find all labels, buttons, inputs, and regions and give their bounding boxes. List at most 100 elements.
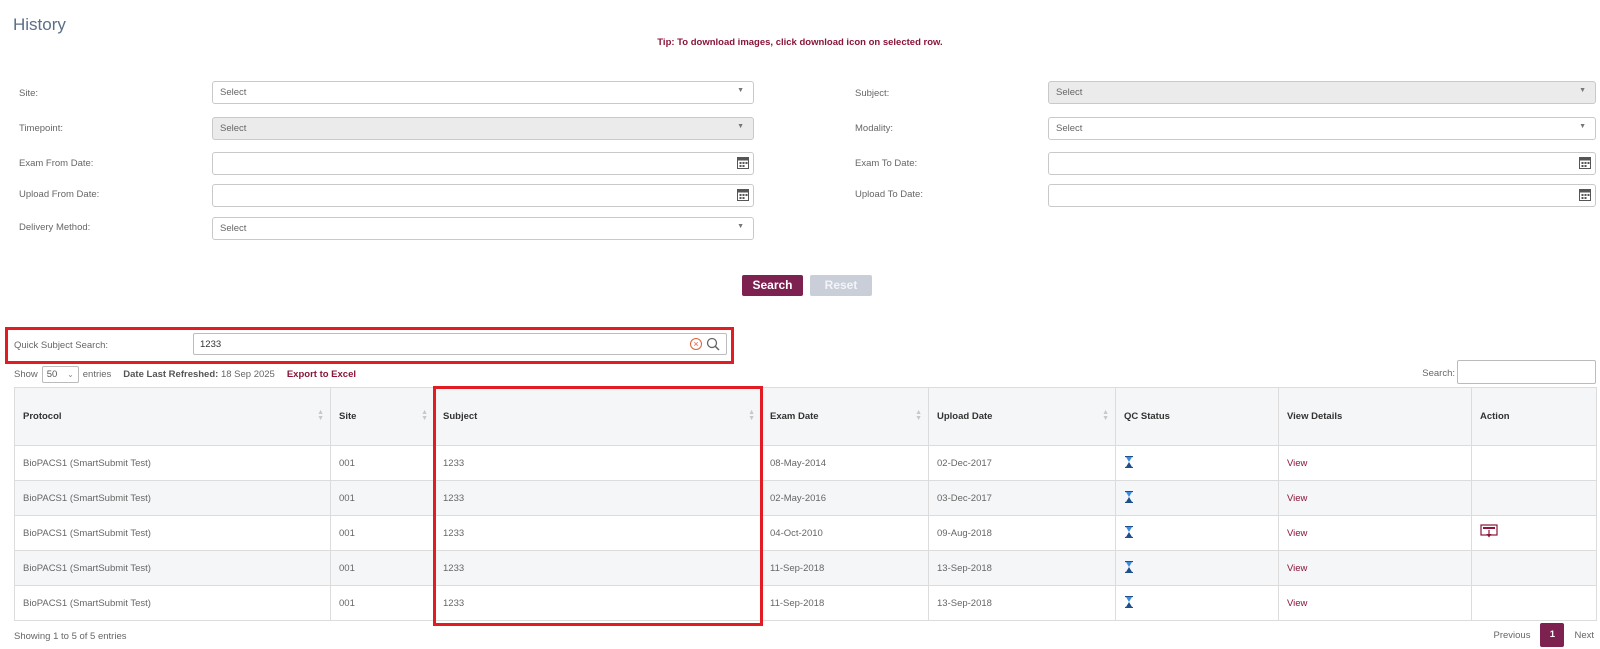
column-header-site[interactable]: Site ▲ ▼: [330, 387, 435, 446]
column-header-protocol[interactable]: Protocol ▲ ▼: [14, 387, 331, 446]
timepoint-label: Timepoint:: [19, 123, 63, 134]
modality-value: Select: [1056, 123, 1083, 134]
cell-qc-status: [1115, 515, 1279, 551]
hourglass-icon: [1125, 525, 1133, 538]
quick-subject-search-label: Quick Subject Search:: [14, 340, 108, 351]
modality-select[interactable]: Select ▼: [1048, 117, 1596, 140]
view-link[interactable]: View: [1287, 563, 1307, 574]
sort-icon: ▲ ▼: [1102, 409, 1109, 422]
cell-action: [1471, 585, 1597, 621]
quick-subject-search-input[interactable]: 1233 ×: [193, 333, 727, 355]
delivery-method-select[interactable]: Select ▼: [212, 217, 754, 240]
table-row[interactable]: BioPACS1 (SmartSubmit Test) 001 1233 02-…: [14, 480, 1597, 516]
cell-view-details: View: [1278, 445, 1472, 481]
cell-view-details: View: [1278, 480, 1472, 516]
cell-site: 001: [330, 550, 435, 586]
quick-search-value: 1233: [200, 338, 222, 350]
header-label: Protocol: [23, 411, 62, 422]
exam-from-date-field[interactable]: [212, 152, 754, 175]
view-link[interactable]: View: [1287, 458, 1307, 469]
magnifier-icon[interactable]: [706, 337, 720, 351]
cell-protocol: BioPACS1 (SmartSubmit Test): [14, 515, 331, 551]
upload-to-label: Upload To Date:: [855, 189, 923, 200]
previous-page-button[interactable]: Previous: [1493, 630, 1530, 641]
subject-value: Select: [1056, 87, 1083, 98]
calendar-icon[interactable]: [737, 156, 749, 169]
subject-label: Subject:: [855, 88, 890, 99]
pagination: Previous 1 Next: [1493, 623, 1594, 647]
sort-icon: ▲ ▼: [915, 409, 922, 422]
calendar-icon[interactable]: [737, 188, 749, 201]
hourglass-icon: [1125, 455, 1133, 468]
page-length-value: 50: [46, 369, 58, 380]
search-button[interactable]: Search: [742, 275, 803, 296]
header-label: Upload Date: [937, 411, 993, 422]
upload-from-label: Upload From Date:: [19, 189, 100, 200]
cell-action: [1471, 515, 1597, 551]
timepoint-value: Select: [220, 123, 247, 134]
table-row[interactable]: BioPACS1 (SmartSubmit Test) 001 1233 11-…: [14, 550, 1597, 586]
export-to-excel-link[interactable]: Export to Excel: [287, 369, 356, 380]
clear-x-icon[interactable]: ×: [690, 338, 702, 350]
chevron-down-icon: ▼: [1579, 87, 1586, 94]
site-select[interactable]: Select ▼: [212, 81, 754, 104]
exam-to-label: Exam To Date:: [855, 158, 918, 169]
cell-site: 001: [330, 585, 435, 621]
exam-from-label: Exam From Date:: [19, 158, 94, 169]
table-info: Showing 1 to 5 of 5 entries: [14, 631, 127, 642]
upload-to-date-field[interactable]: [1048, 184, 1596, 207]
header-label: View Details: [1287, 411, 1343, 422]
column-header-upload-date[interactable]: Upload Date ▲ ▼: [928, 387, 1116, 446]
view-link[interactable]: View: [1287, 598, 1307, 609]
header-label: Action: [1480, 411, 1510, 422]
page-length-select[interactable]: 50 ⌄: [41, 366, 79, 383]
download-icon[interactable]: [1480, 524, 1498, 539]
page-1-button[interactable]: 1: [1540, 623, 1565, 647]
cell-protocol: BioPACS1 (SmartSubmit Test): [14, 480, 331, 516]
next-page-button[interactable]: Next: [1574, 630, 1594, 641]
column-header-qc-status: QC Status: [1115, 387, 1279, 446]
cell-qc-status: [1115, 445, 1279, 481]
table-row[interactable]: BioPACS1 (SmartSubmit Test) 001 1233 04-…: [14, 515, 1597, 551]
cell-upload-date: 03-Dec-2017: [928, 480, 1116, 516]
sort-icon: ▲ ▼: [317, 409, 324, 422]
exam-to-date-field[interactable]: [1048, 152, 1596, 175]
view-link[interactable]: View: [1287, 493, 1307, 504]
calendar-icon[interactable]: [1579, 156, 1591, 169]
reset-button[interactable]: Reset: [810, 275, 872, 296]
chevron-down-icon: ▼: [1579, 123, 1586, 130]
cell-exam-date: 11-Sep-2018: [761, 585, 929, 621]
cell-qc-status: [1115, 480, 1279, 516]
delivery-method-label: Delivery Method:: [19, 222, 91, 233]
sort-icon: ▲ ▼: [421, 409, 428, 422]
hourglass-icon: [1125, 595, 1133, 608]
view-link[interactable]: View: [1287, 528, 1307, 539]
cell-upload-date: 02-Dec-2017: [928, 445, 1116, 481]
cell-upload-date: 13-Sep-2018: [928, 550, 1116, 586]
table-row[interactable]: BioPACS1 (SmartSubmit Test) 001 1233 11-…: [14, 585, 1597, 621]
cell-view-details: View: [1278, 515, 1472, 551]
column-header-action: Action: [1471, 387, 1597, 446]
cell-action: [1471, 480, 1597, 516]
chevron-down-icon: ▼: [737, 223, 744, 230]
subject-select[interactable]: Select ▼: [1048, 81, 1596, 104]
cell-protocol: BioPACS1 (SmartSubmit Test): [14, 550, 331, 586]
site-label: Site:: [19, 88, 39, 99]
cell-upload-date: 13-Sep-2018: [928, 585, 1116, 621]
entries-label: entries: [82, 369, 112, 380]
cell-view-details: View: [1278, 550, 1472, 586]
cell-protocol: BioPACS1 (SmartSubmit Test): [14, 585, 331, 621]
cell-qc-status: [1115, 585, 1279, 621]
cell-site: 001: [330, 515, 435, 551]
timepoint-select[interactable]: Select ▼: [212, 117, 754, 140]
cell-exam-date: 11-Sep-2018: [761, 550, 929, 586]
column-header-exam-date[interactable]: Exam Date ▲ ▼: [761, 387, 929, 446]
table-search-input[interactable]: [1457, 360, 1596, 384]
calendar-icon[interactable]: [1579, 188, 1591, 201]
cell-upload-date: 09-Aug-2018: [928, 515, 1116, 551]
header-label: Exam Date: [770, 411, 819, 422]
upload-from-date-field[interactable]: [212, 184, 754, 207]
table-row[interactable]: BioPACS1 (SmartSubmit Test) 001 1233 08-…: [14, 445, 1597, 481]
chevron-down-icon: ⌄: [67, 370, 74, 379]
header-label: QC Status: [1124, 411, 1170, 422]
